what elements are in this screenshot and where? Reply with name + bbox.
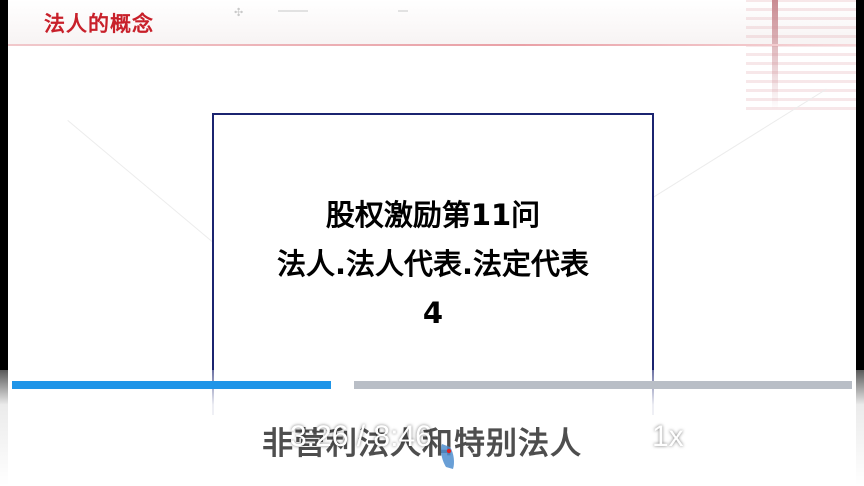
dash-mark (398, 10, 408, 12)
dash-mark (278, 10, 308, 12)
slide-title: 法人的概念 (44, 12, 154, 36)
progress-bar[interactable] (12, 381, 852, 389)
pause-icon (51, 422, 77, 454)
background-line (648, 88, 827, 201)
exit-fullscreen-button[interactable] (780, 418, 818, 456)
duration: 8:46 (373, 420, 432, 453)
crosshair-mark: ✣ (234, 6, 244, 19)
title-card-line-3: 4 (422, 296, 444, 330)
exit-fullscreen-icon (783, 421, 815, 453)
title-card-line-1: 股权激励第11问 (325, 198, 541, 232)
current-time: 3:26 (290, 420, 349, 453)
title-card-line-2: 法人.法人代表.法定代表 (276, 247, 590, 281)
volume-button[interactable] (168, 416, 218, 460)
pause-button[interactable] (46, 420, 82, 456)
progress-played (12, 381, 331, 389)
time-display: 3:26 / 8:46 (290, 420, 432, 454)
volume-icon (173, 420, 208, 456)
header-divider (8, 44, 856, 46)
playback-speed-button[interactable]: 1x (652, 420, 684, 454)
progress-remaining (354, 381, 852, 389)
title-card-text: 股权激励第11问 法人.法人代表.法定代表 4 (214, 191, 652, 338)
corner-decoration-bar (772, 0, 778, 110)
slide-header: 法人的概念 ✣ (8, 0, 856, 110)
pointer-cursor-icon (441, 444, 454, 469)
time-separator: / (356, 420, 366, 453)
corner-decoration (746, 0, 856, 110)
